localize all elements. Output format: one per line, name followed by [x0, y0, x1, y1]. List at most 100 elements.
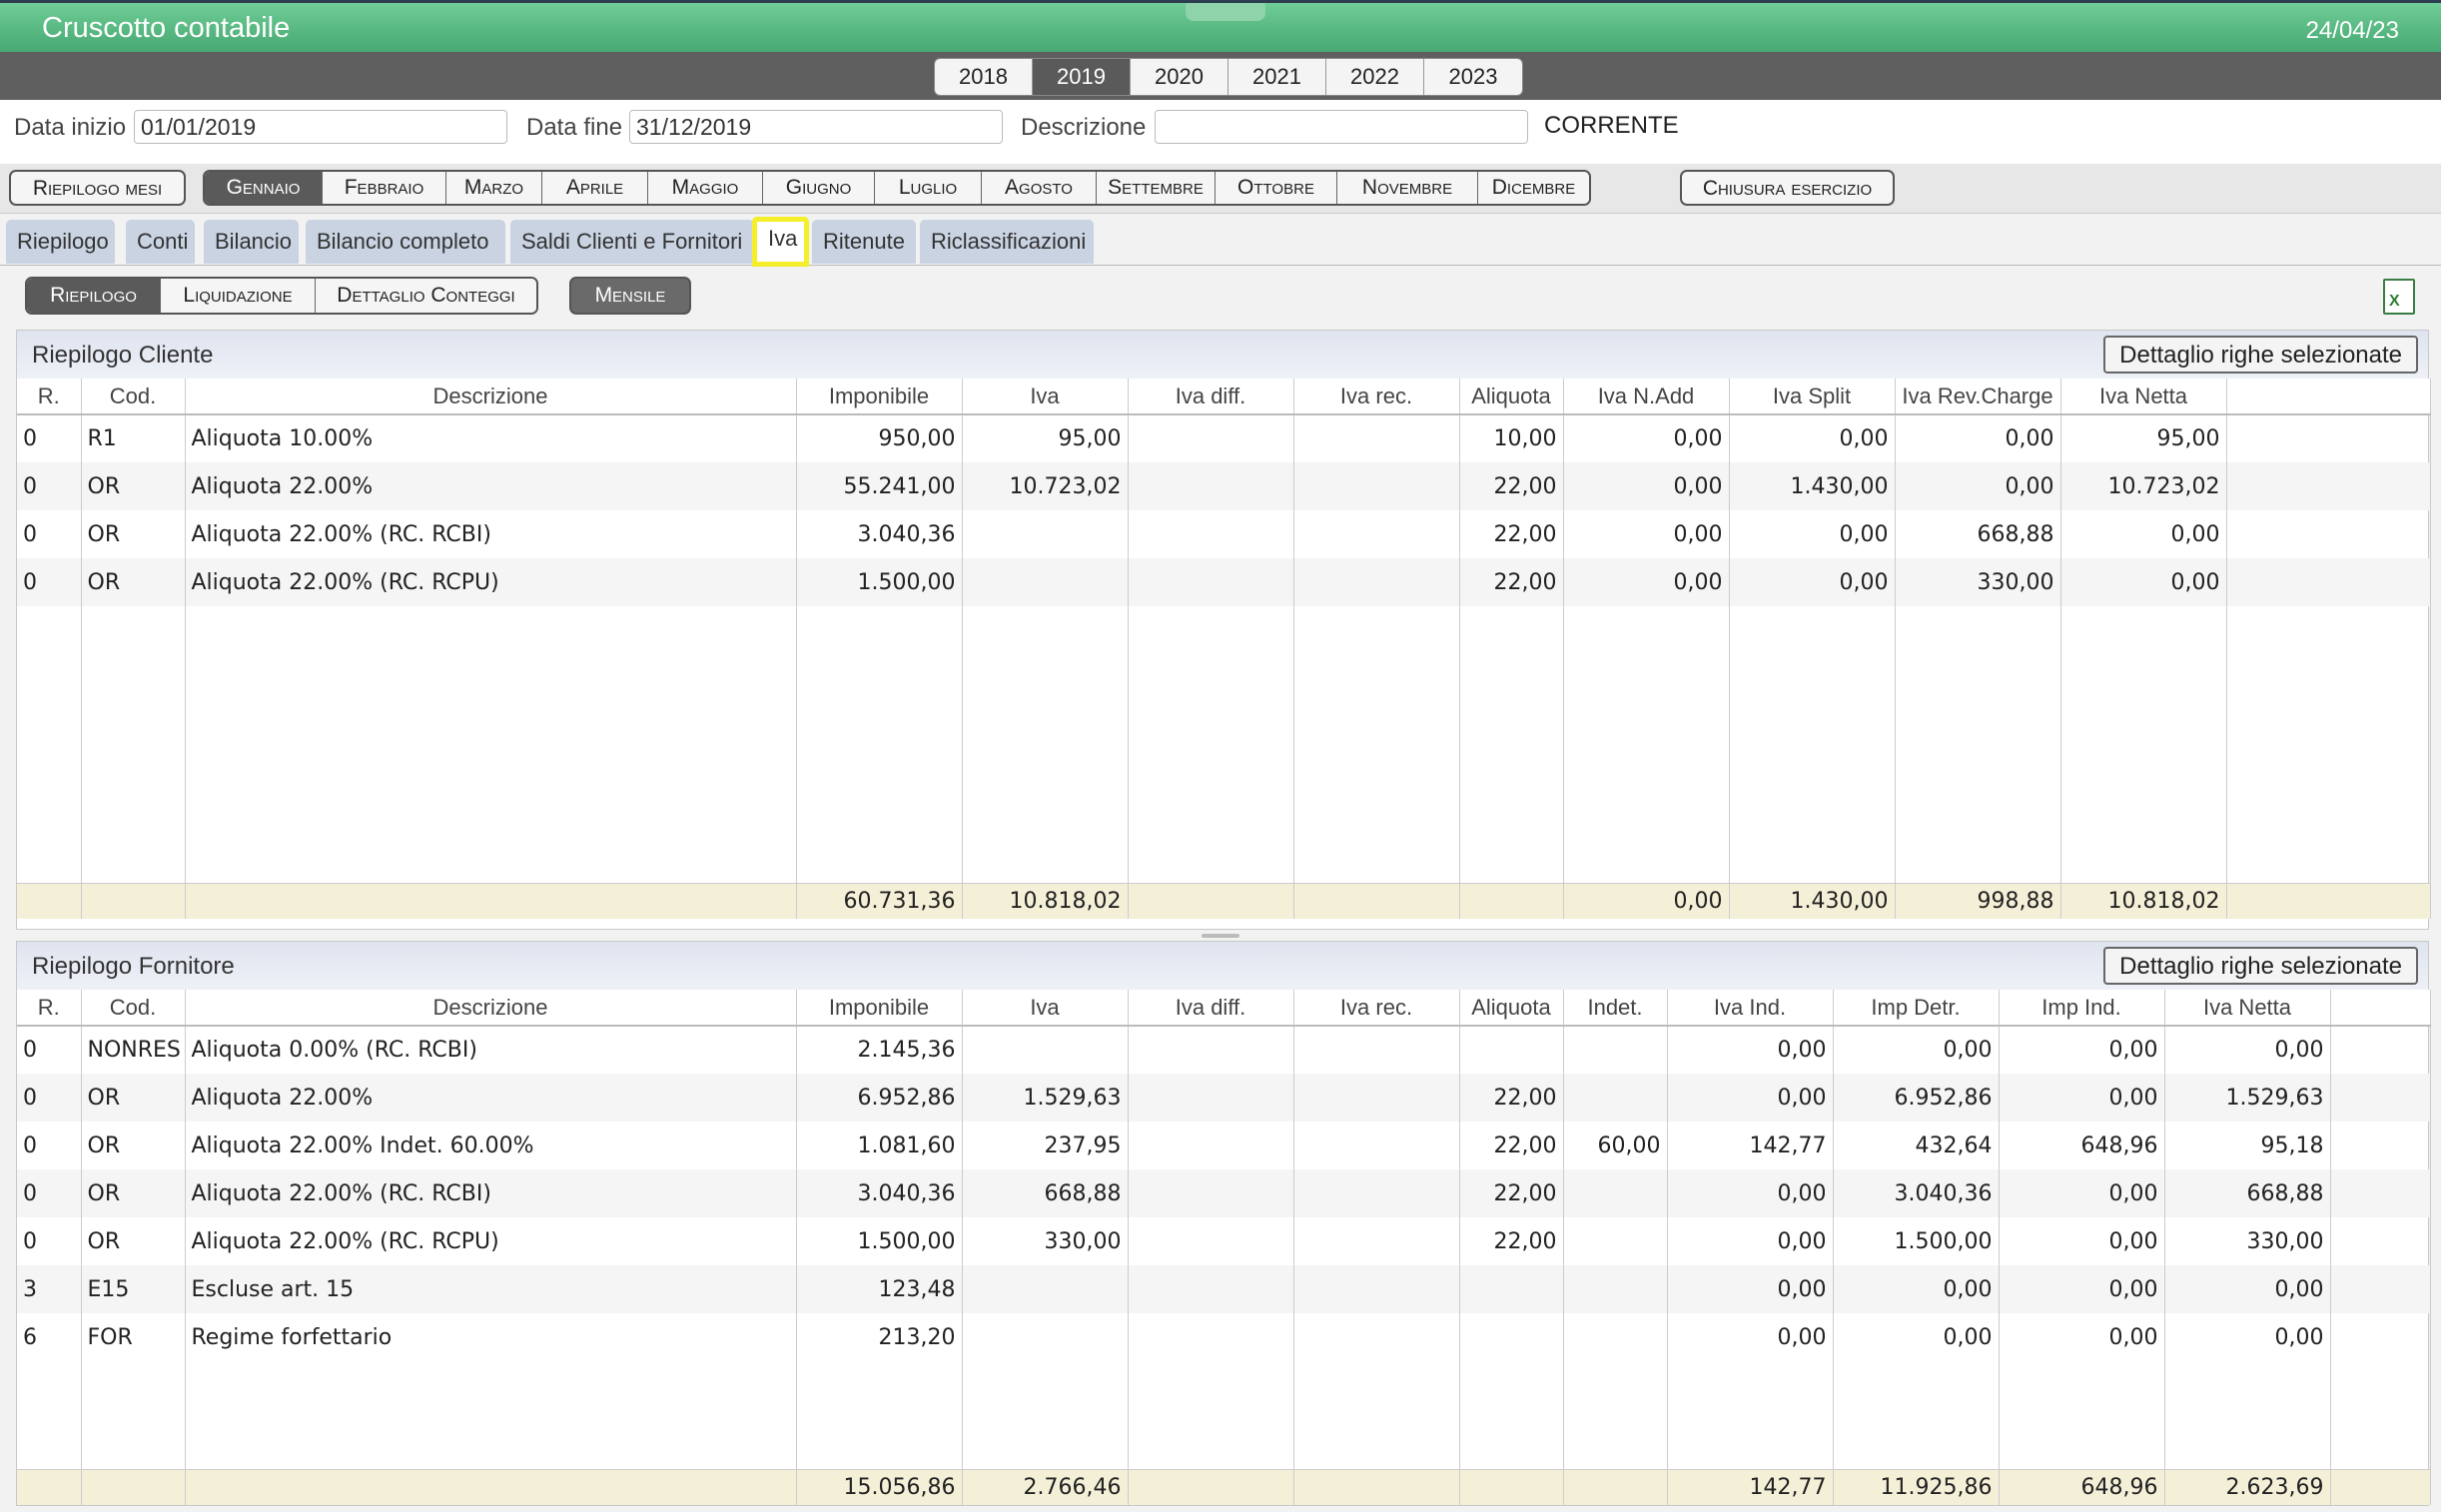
table-cell — [2330, 1074, 2431, 1122]
table-row[interactable]: 0 OR Aliquota 22.00% (RC. RCPU) 1.500,00 330… — [17, 1217, 2431, 1265]
column-header[interactable]: Cod. — [81, 990, 186, 1027]
table-cell: 0 — [17, 1169, 82, 1217]
table-cell — [1563, 1169, 1668, 1217]
column-header[interactable]: Imp Detr. — [1833, 990, 2000, 1027]
table-row[interactable]: 0 OR Aliquota 22.00% (RC. RCBI) 3.040,36 668… — [17, 1169, 2431, 1217]
year-button-2019[interactable]: 2019 — [1033, 59, 1131, 95]
table-cell — [1128, 414, 1294, 462]
year-button-2020[interactable]: 2020 — [1131, 59, 1228, 95]
table-row[interactable]: 0 OR Aliquota 22.00% 6.952,86 1.529,63 22,00 0… — [17, 1074, 2431, 1122]
column-header[interactable]: Iva rec. — [1293, 378, 1460, 415]
month-button-novembre[interactable]: Novembre — [1337, 172, 1478, 204]
tab-riepilogo[interactable]: Riepilogo — [6, 220, 115, 264]
table-cell — [1293, 1169, 1460, 1217]
table-cell: Aliquota 22.00% — [185, 462, 797, 510]
table-cell — [1293, 1122, 1460, 1169]
month-button-dicembre[interactable]: Dicembre — [1478, 172, 1589, 204]
column-header[interactable]: Iva diff. — [1128, 378, 1294, 415]
column-header[interactable]: Imponibile — [796, 378, 963, 415]
column-header[interactable]: Iva Netta — [2164, 990, 2331, 1027]
month-button-ottobre[interactable]: Ottobre — [1216, 172, 1337, 204]
column-header[interactable]: Iva Rev.Charge — [1895, 378, 2061, 415]
month-button-agosto[interactable]: Agosto — [982, 172, 1097, 204]
tab-bilancio[interactable]: Bilancio — [204, 220, 299, 264]
column-header[interactable]: Imp Ind. — [1999, 990, 2165, 1027]
column-header[interactable]: R. — [17, 378, 82, 415]
table-row[interactable]: 0 OR Aliquota 22.00% 55.241,00 10.723,02 22,0… — [17, 462, 2431, 510]
column-header[interactable]: Iva diff. — [1128, 990, 1294, 1027]
tab-conti[interactable]: Conti — [126, 220, 195, 264]
column-header[interactable]: Iva Split — [1729, 378, 1896, 415]
descrizione-input[interactable] — [1155, 110, 1528, 144]
mensile-button[interactable]: Mensile — [569, 277, 691, 315]
table-cell — [1459, 1026, 1564, 1074]
month-button-gennaio[interactable]: Gennaio — [205, 172, 323, 204]
cliente-dettaglio-button[interactable]: Dettaglio righe selezionate — [2103, 336, 2418, 374]
fornitore-dettaglio-button[interactable]: Dettaglio righe selezionate — [2103, 947, 2418, 985]
month-button-febbraio[interactable]: Febbraio — [323, 172, 446, 204]
table-row[interactable]: 0 OR Aliquota 22.00% (RC. RCPU) 1.500,00 22,… — [17, 558, 2431, 606]
table-row[interactable]: 0 R1 Aliquota 10.00% 950,00 95,00 10,00 0,00 0,… — [17, 414, 2431, 462]
subtab-riepilogo[interactable]: Riepilogo — [27, 279, 161, 313]
empty-cell — [1999, 1361, 2165, 1469]
panel-resize-handle[interactable] — [1202, 934, 1239, 938]
tab-saldi-clienti-e-fornitori[interactable]: Saldi Clienti e Fornitori — [510, 220, 754, 264]
table-cell: 0,00 — [1833, 1026, 2000, 1074]
table-row[interactable]: 0 OR Aliquota 22.00% (RC. RCBI) 3.040,36 22,… — [17, 510, 2431, 558]
column-header[interactable] — [2330, 990, 2431, 1027]
year-button-2018[interactable]: 2018 — [935, 59, 1033, 95]
column-header[interactable]: Iva Ind. — [1667, 990, 1834, 1027]
excel-export-icon[interactable]: X — [2383, 279, 2415, 315]
column-header[interactable] — [2226, 378, 2431, 415]
year-button-2021[interactable]: 2021 — [1228, 59, 1326, 95]
tab-riclassificazioni[interactable]: Riclassificazioni — [920, 220, 1094, 264]
table-row[interactable]: 0 OR Aliquota 22.00% Indet. 60.00% 1.081,60… — [17, 1122, 2431, 1169]
table-row[interactable]: 3 E15 Escluse art. 15 123,48 0,00 0,00 0,00 0,0… — [17, 1265, 2431, 1313]
column-header[interactable]: Iva — [962, 990, 1129, 1027]
column-header[interactable]: Cod. — [81, 378, 186, 415]
month-button-maggio[interactable]: Maggio — [648, 172, 763, 204]
column-header[interactable]: R. — [17, 990, 82, 1027]
column-header[interactable]: Aliquota — [1459, 378, 1564, 415]
total-cell: 60.731,36 — [796, 882, 963, 919]
tab-iva[interactable]: Iva — [752, 217, 809, 267]
year-button-2023[interactable]: 2023 — [1424, 59, 1522, 95]
month-button-giugno[interactable]: Giugno — [763, 172, 875, 204]
column-header[interactable]: Descrizione — [185, 990, 797, 1027]
chiusura-esercizio-button[interactable]: Chiusura esercizio — [1680, 170, 1895, 206]
tab-ritenute[interactable]: Ritenute — [812, 220, 916, 264]
data-inizio-input[interactable]: 01/01/2019 — [134, 110, 507, 144]
data-fine-input[interactable]: 31/12/2019 — [629, 110, 1003, 144]
month-button-luglio[interactable]: Luglio — [875, 172, 982, 204]
column-header[interactable]: Iva — [962, 378, 1129, 415]
empty-cell — [1459, 606, 1564, 883]
column-header[interactable]: Indet. — [1563, 990, 1668, 1027]
year-button-2022[interactable]: 2022 — [1326, 59, 1424, 95]
table-cell: 95,18 — [2164, 1122, 2331, 1169]
total-cell — [17, 1468, 82, 1505]
empty-cell — [185, 1361, 797, 1469]
table-cell — [2330, 1169, 2431, 1217]
total-cell — [1563, 1468, 1668, 1505]
month-button-aprile[interactable]: Aprile — [542, 172, 648, 204]
drag-handle[interactable] — [1186, 3, 1265, 21]
column-header[interactable]: Imponibile — [796, 990, 963, 1027]
month-button-settembre[interactable]: Settembre — [1097, 172, 1216, 204]
subtab-liquidazione[interactable]: Liquidazione — [161, 279, 316, 313]
table-cell: 0,00 — [1999, 1217, 2165, 1265]
month-button-marzo[interactable]: Marzo — [446, 172, 542, 204]
column-header[interactable]: Iva Netta — [2060, 378, 2227, 415]
table-cell: Aliquota 10.00% — [185, 414, 797, 462]
table-row[interactable]: 6 FOR Regime forfettario 213,20 0,00 0,00 0,00… — [17, 1313, 2431, 1361]
column-header[interactable]: Iva rec. — [1293, 990, 1460, 1027]
riepilogo-mesi-button[interactable]: Riepilogo mesi — [9, 170, 186, 206]
column-header[interactable]: Iva N.Add — [1563, 378, 1730, 415]
subtab-dettaglio-conteggi[interactable]: Dettaglio Conteggi — [316, 279, 536, 313]
column-header[interactable]: Descrizione — [185, 378, 797, 415]
column-header[interactable]: Aliquota — [1459, 990, 1564, 1027]
table-cell: 0,00 — [1563, 510, 1730, 558]
table-cell — [1293, 1026, 1460, 1074]
table-row[interactable]: 0 NONRES Aliquota 0.00% (RC. RCBI) 2.145,36… — [17, 1026, 2431, 1074]
tab-bilancio-completo[interactable]: Bilancio completo — [306, 220, 505, 264]
table-cell — [2226, 414, 2431, 462]
